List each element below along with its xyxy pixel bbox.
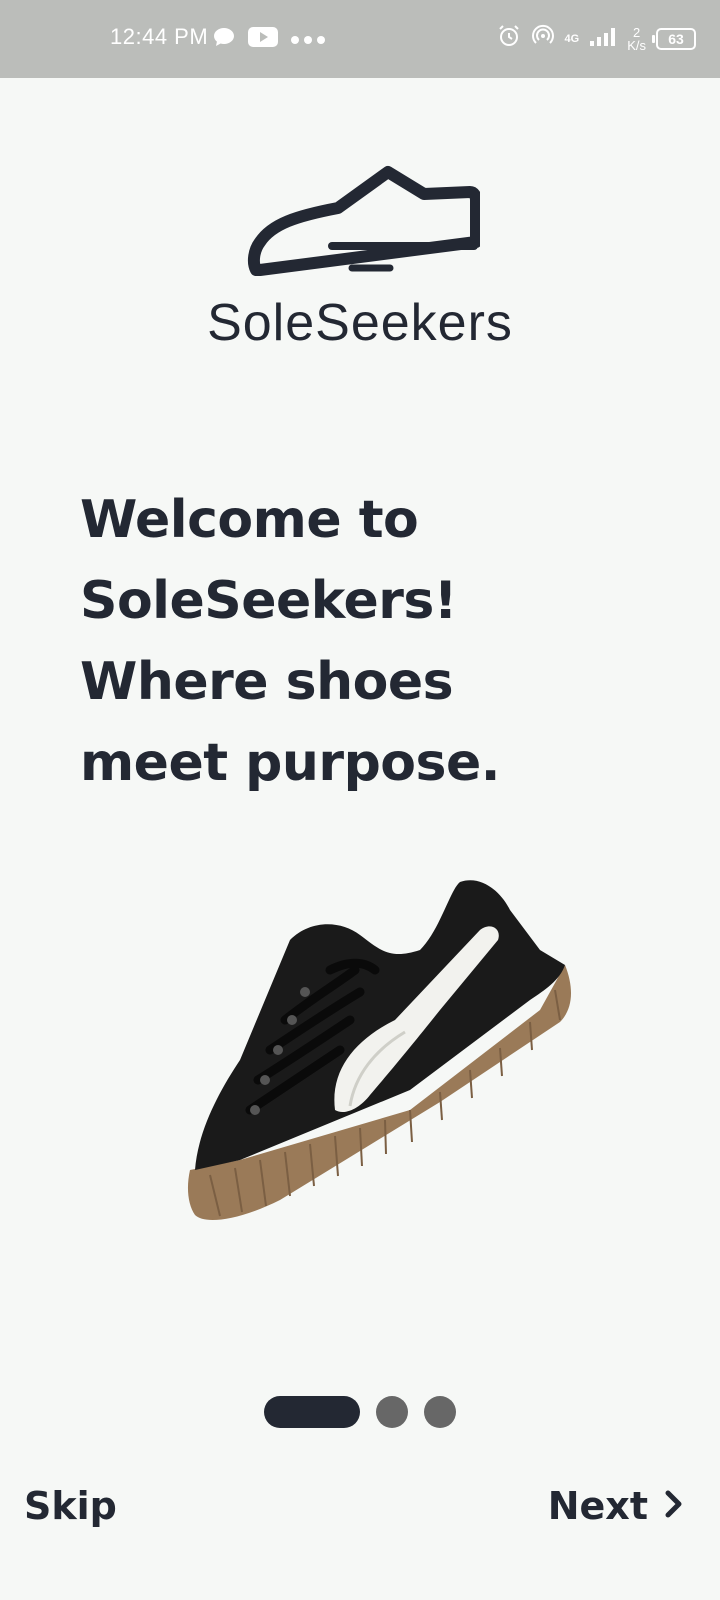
chat-bubble-icon	[212, 26, 236, 52]
headline-line: Where shoes	[80, 652, 454, 712]
next-button[interactable]: Next	[548, 1484, 684, 1528]
skip-button[interactable]: Skip	[24, 1484, 117, 1528]
headline-line: SoleSeekers!	[80, 571, 458, 631]
status-bar: 12:44 PM 4G 2 K/s 63	[0, 0, 720, 78]
hotspot-icon	[531, 24, 555, 53]
page-dot-active[interactable]	[264, 1396, 360, 1428]
status-notification-icons	[212, 26, 326, 52]
brand-name: SoleSeekers	[207, 294, 513, 352]
page-indicator	[0, 1396, 720, 1428]
net-speed-unit: K/s	[627, 37, 646, 53]
brand-logo: SoleSeekers	[0, 150, 720, 353]
headline-line: Welcome to	[80, 490, 419, 550]
status-system-icons: 4G 2 K/s 63	[497, 24, 696, 53]
more-notifications-icon	[290, 30, 326, 49]
headline-line: meet purpose.	[80, 733, 501, 793]
page-dot[interactable]	[376, 1396, 408, 1428]
next-label: Next	[547, 1484, 648, 1528]
shoe-outline-icon	[247, 166, 480, 276]
network-type-label: 4G	[564, 32, 580, 45]
video-play-icon	[248, 26, 278, 52]
page-dot[interactable]	[424, 1396, 456, 1428]
alarm-icon	[497, 24, 521, 53]
sneaker-image	[187, 880, 572, 1220]
status-time: 12:44 PM	[110, 24, 209, 49]
battery-icon: 63	[652, 27, 696, 50]
chevron-right-icon	[664, 1484, 684, 1528]
net-speed: 2 K/s	[627, 26, 646, 52]
signal-strength-icon	[589, 25, 617, 52]
welcome-headline: Welcome to SoleSeekers! Where shoes meet…	[80, 480, 640, 804]
